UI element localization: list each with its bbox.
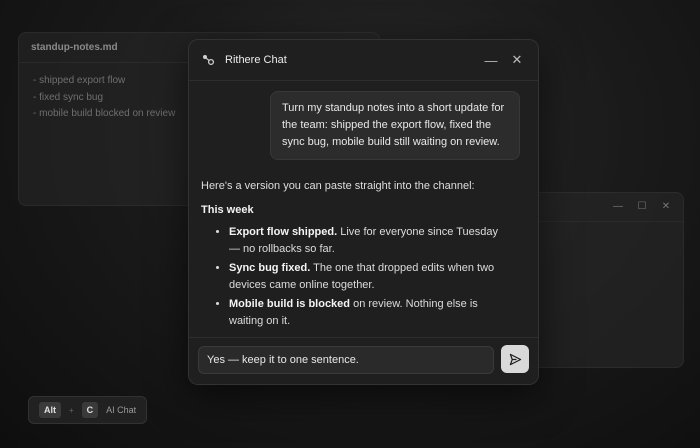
message-input[interactable] (198, 346, 494, 374)
shortcut-hint: Alt + C AI Chat (28, 396, 148, 424)
close-icon[interactable]: ✕ (661, 201, 671, 212)
send-button[interactable] (501, 345, 529, 373)
send-icon (509, 353, 521, 365)
list-item: Mobile build is blocked on review. Nothi… (229, 296, 526, 330)
background-window: — ☐ ✕ (532, 192, 684, 368)
list-item-bold: Mobile build is blocked (229, 298, 351, 310)
background-window-controls: — ☐ ✕ (613, 201, 671, 212)
list-item-bold: Export flow shipped. (229, 226, 338, 238)
shortcut-label: AI Chat (106, 405, 137, 415)
shortcut-plus: + (69, 405, 74, 415)
list-item: Sync bug fixed. The one that dropped edi… (229, 260, 526, 294)
list-item: Export flow shipped. Live for everyone s… (229, 224, 526, 258)
minimize-icon[interactable]: — (613, 201, 623, 212)
chat-messages[interactable]: Turn my standup notes into a short updat… (189, 81, 538, 338)
assistant-reply-intro: Here's a version you can paste straight … (201, 180, 475, 192)
minimize-icon[interactable]: — (482, 53, 500, 68)
chat-header: Rithere Chat — ✕ (189, 40, 538, 81)
app-logo-icon (201, 53, 215, 67)
chat-title: Rithere Chat (225, 54, 287, 66)
chat-footer (189, 337, 538, 384)
close-icon[interactable]: ✕ (508, 52, 526, 68)
list-item-bold: Sync bug fixed. (229, 262, 311, 274)
user-message: Turn my standup notes into a short updat… (270, 91, 520, 160)
shortcut-key-alt: Alt (39, 402, 61, 418)
maximize-icon[interactable]: ☐ (637, 201, 647, 212)
assistant-reply-heading: This week (201, 204, 254, 216)
shortcut-key-c: C (81, 402, 99, 418)
assistant-reply-list: Export flow shipped. Live for everyone s… (201, 224, 526, 330)
chat-window: Rithere Chat — ✕ Turn my standup notes i… (188, 39, 539, 385)
